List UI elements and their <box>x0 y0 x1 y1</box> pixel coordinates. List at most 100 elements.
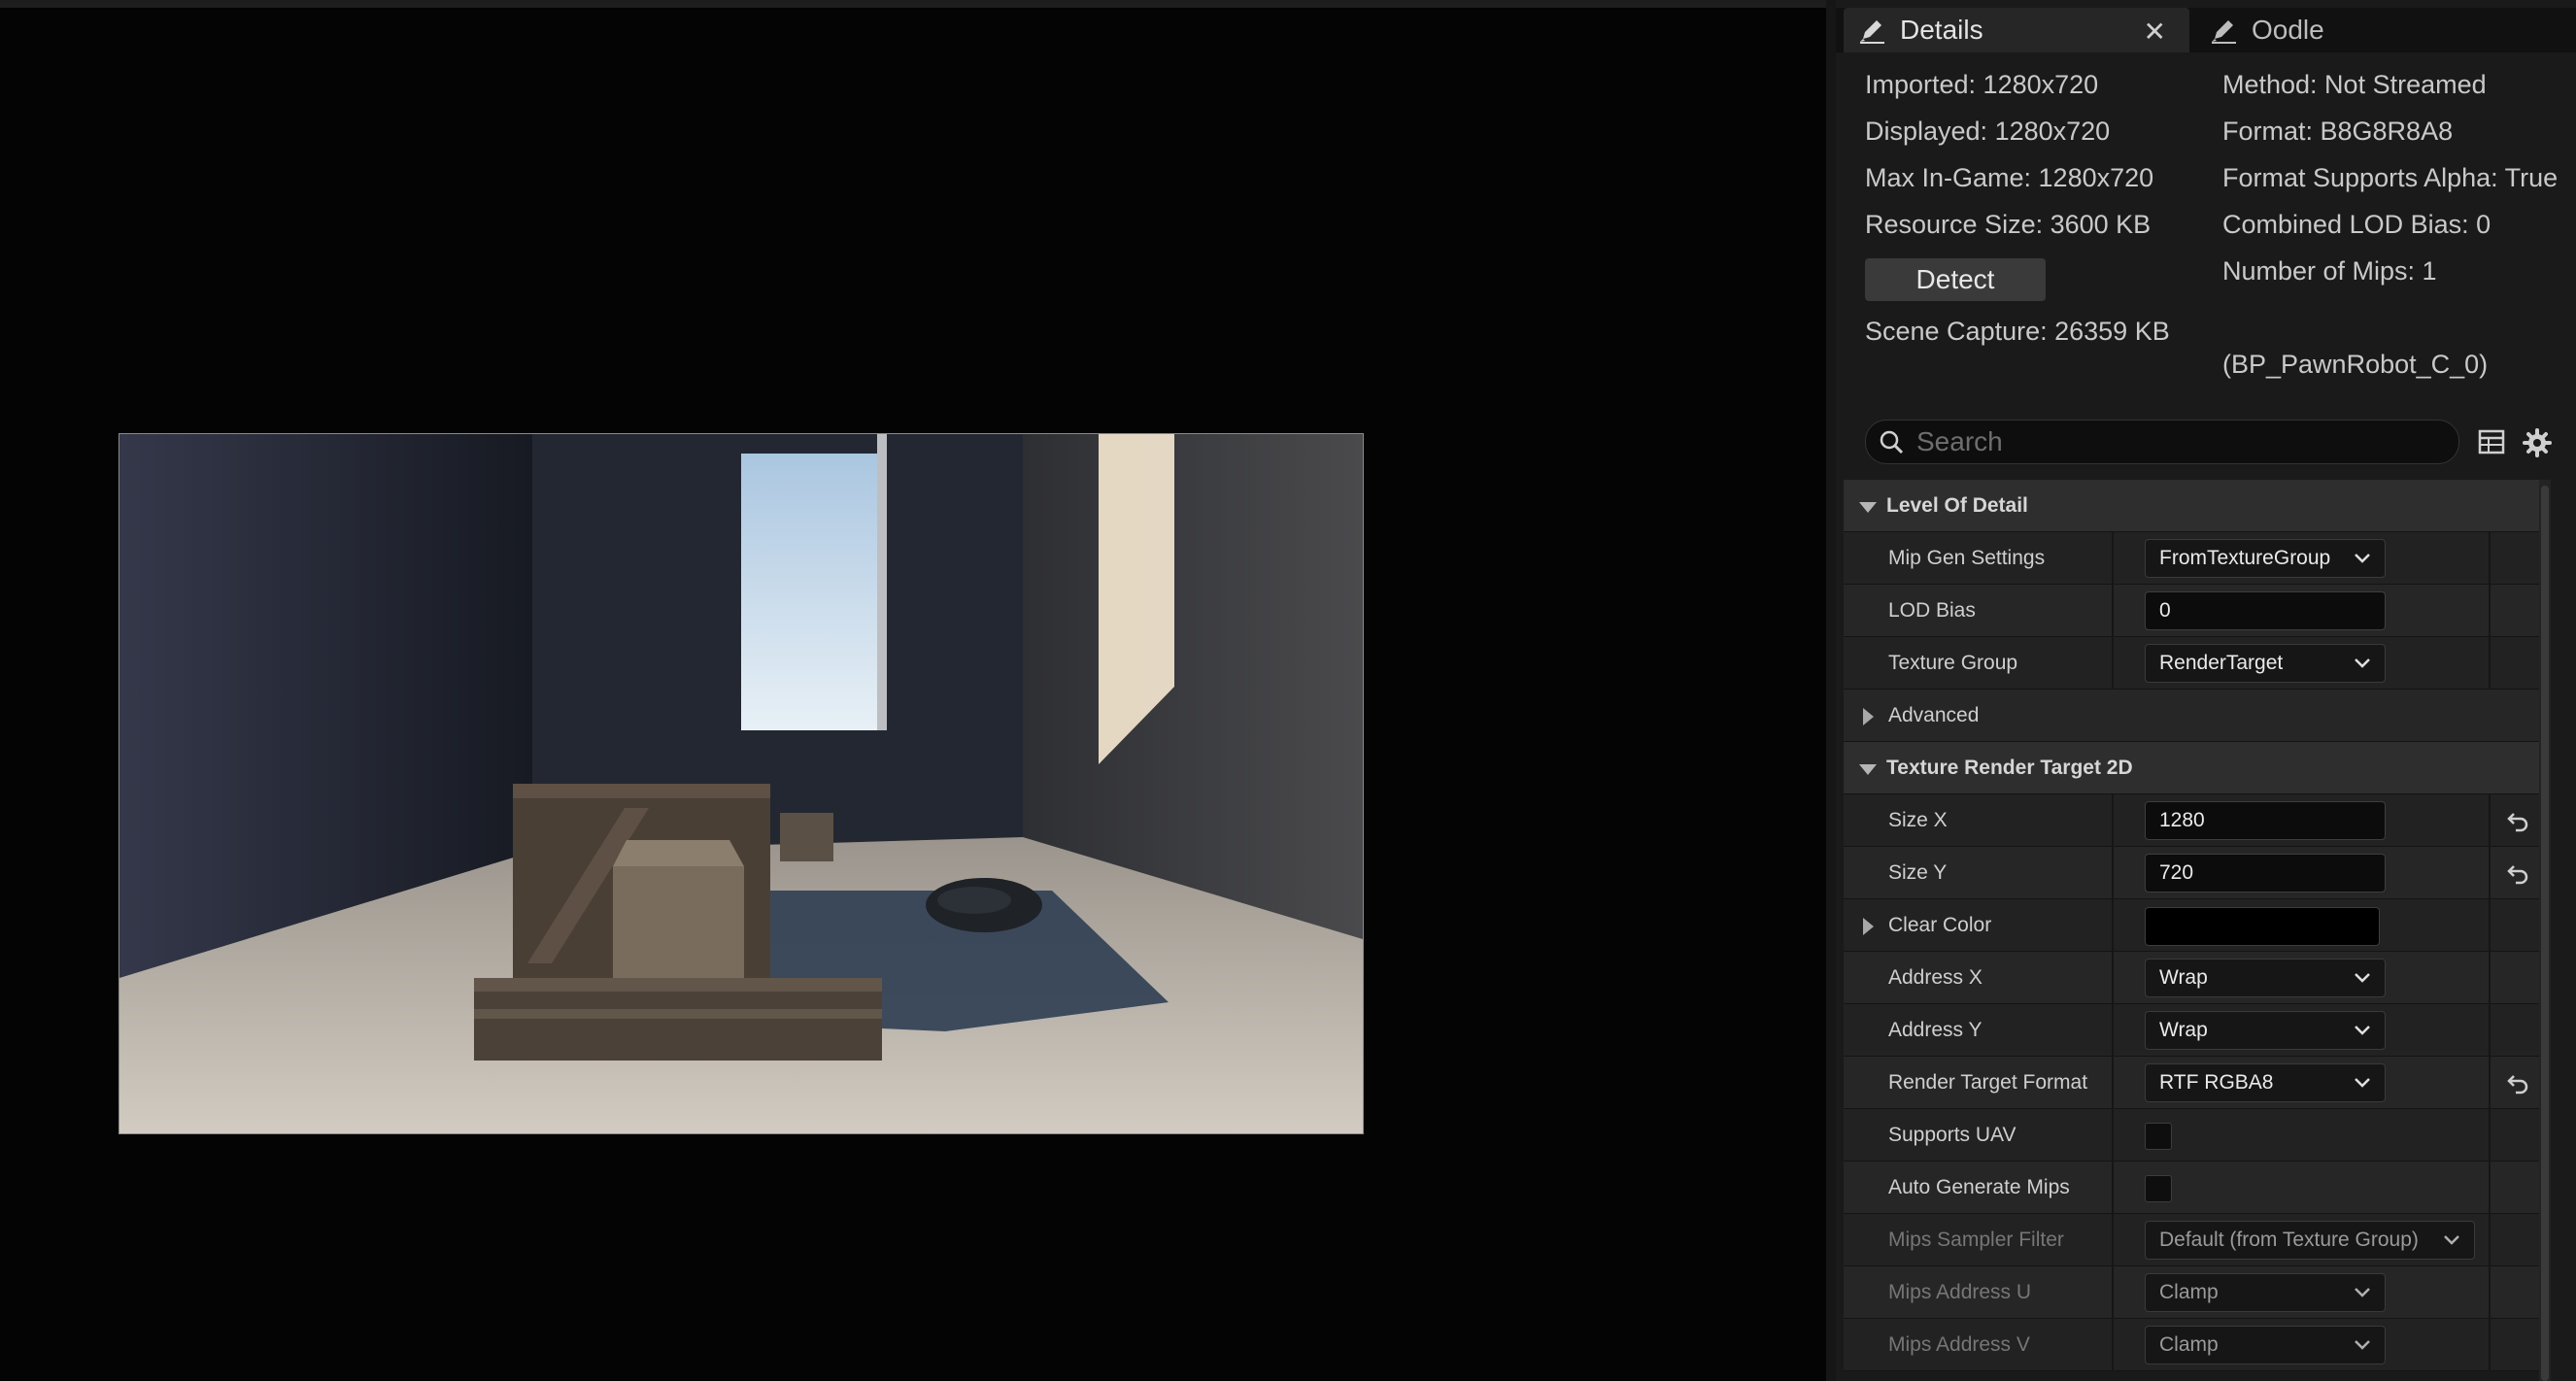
chevron-right-icon <box>1863 708 1874 725</box>
column-divider[interactable] <box>2112 585 2114 637</box>
column-divider <box>2489 1057 2491 1109</box>
tab-label: Oodle <box>2252 15 2324 45</box>
scene-illustration <box>119 434 1363 1133</box>
column-divider[interactable] <box>2112 637 2114 690</box>
format-info: Format: B8G8R8A8 <box>2222 117 2454 146</box>
column-divider <box>2489 585 2491 637</box>
property-label: Size X <box>1888 809 1948 831</box>
column-divider[interactable] <box>2112 1109 2114 1162</box>
address-y-dropdown[interactable]: Wrap <box>2145 1011 2386 1050</box>
property-advanced[interactable]: Advanced <box>1844 690 2545 742</box>
lod-bias-field[interactable]: 0 <box>2145 591 2386 630</box>
detect-button[interactable]: Detect <box>1865 258 2046 301</box>
details-panel: Details ✕ Oodle Imported: 1280x720 Displ… <box>1836 0 2576 1381</box>
chevron-down-icon <box>2355 554 2370 563</box>
render-target-format-dropdown[interactable]: RTF RGBA8 <box>2145 1063 2386 1102</box>
size-x-field[interactable]: 1280 <box>2145 801 2386 840</box>
column-divider[interactable] <box>2112 794 2114 847</box>
dropdown-value: Default (from Texture Group) <box>2159 1229 2419 1251</box>
max-in-game-info: Max In-Game: 1280x720 <box>1865 163 2154 192</box>
column-divider[interactable] <box>2112 1004 2114 1057</box>
address-x-dropdown[interactable]: Wrap <box>2145 959 2386 997</box>
chevron-down-icon <box>2355 1026 2370 1035</box>
category-title: Level Of Detail <box>1886 494 2028 517</box>
chevron-right-icon[interactable] <box>1857 916 1879 937</box>
property-mips-address-v: Mips Address V Clamp <box>1844 1319 2545 1371</box>
search-input[interactable] <box>1916 421 2441 463</box>
dropdown-value: Clamp <box>2159 1281 2219 1303</box>
property-texture-group: Texture Group RenderTarget <box>1844 637 2545 690</box>
texture-group-dropdown[interactable]: RenderTarget <box>2145 644 2386 683</box>
column-divider <box>2489 952 2491 1004</box>
dropdown-value: Wrap <box>2159 966 2208 989</box>
pencil-icon <box>1860 20 1884 44</box>
method-info: Method: Not Streamed <box>2222 70 2487 99</box>
column-divider[interactable] <box>2112 1214 2114 1266</box>
property-clear-color: Clear Color <box>1844 899 2545 952</box>
column-divider[interactable] <box>2112 1266 2114 1319</box>
property-supports-uav: Supports UAV <box>1844 1109 2545 1162</box>
property-size-x: Size X 1280 <box>1844 794 2545 847</box>
combined-lod-bias-info: Combined LOD Bias: 0 <box>2222 210 2491 239</box>
close-icon[interactable]: ✕ <box>2144 16 2166 48</box>
search-box[interactable] <box>1865 420 2459 464</box>
imported-info: Imported: 1280x720 <box>1865 70 2099 99</box>
table-view-icon[interactable] <box>2477 427 2506 456</box>
column-divider <box>2489 1004 2491 1057</box>
clear-color-swatch[interactable] <box>2145 907 2380 946</box>
scrollbar-thumb[interactable] <box>2541 486 2549 1381</box>
category-texture-render-target-2d[interactable]: Texture Render Target 2D <box>1844 742 2545 794</box>
column-divider[interactable] <box>2112 847 2114 899</box>
mips-sampler-filter-dropdown[interactable]: Default (from Texture Group) <box>2145 1221 2475 1260</box>
reset-to-default-icon[interactable] <box>2506 809 2529 832</box>
column-divider[interactable] <box>2112 532 2114 585</box>
mips-address-u-dropdown[interactable]: Clamp <box>2145 1273 2386 1312</box>
column-divider <box>2489 1319 2491 1371</box>
pencil-icon <box>2212 20 2236 44</box>
panel-splitter[interactable] <box>1826 0 1836 1381</box>
format-supports-alpha-info: Format Supports Alpha: True <box>2222 163 2559 192</box>
property-label: Supports UAV <box>1888 1124 2017 1146</box>
column-divider[interactable] <box>2112 952 2114 1004</box>
column-divider[interactable] <box>2112 899 2114 952</box>
property-mips-sampler-filter: Mips Sampler Filter Default (from Textur… <box>1844 1214 2545 1266</box>
chevron-down-icon <box>2355 1288 2370 1297</box>
property-label: Address X <box>1888 966 1983 989</box>
property-label: Size Y <box>1888 861 1948 884</box>
column-divider <box>2489 532 2491 585</box>
column-divider <box>2489 1109 2491 1162</box>
mip-gen-settings-dropdown[interactable]: FromTextureGroup <box>2145 539 2386 578</box>
property-label: Mips Address V <box>1888 1333 2030 1356</box>
dropdown-value: RTF RGBA8 <box>2159 1071 2274 1094</box>
property-label: Mip Gen Settings <box>1888 547 2046 569</box>
supports-uav-checkbox[interactable] <box>2145 1123 2172 1150</box>
dropdown-value: Wrap <box>2159 1019 2208 1041</box>
property-lod-bias: LOD Bias 0 <box>1844 585 2545 637</box>
mips-address-v-dropdown[interactable]: Clamp <box>2145 1326 2386 1364</box>
gear-icon[interactable] <box>2522 427 2553 458</box>
column-divider[interactable] <box>2112 1162 2114 1214</box>
property-address-y: Address Y Wrap <box>1844 1004 2545 1057</box>
size-y-field[interactable]: 720 <box>2145 854 2386 893</box>
property-label: Render Target Format <box>1888 1071 2088 1094</box>
tab-details[interactable]: Details ✕ <box>1844 8 2189 52</box>
column-divider[interactable] <box>2112 1057 2114 1109</box>
column-divider <box>2489 1162 2491 1214</box>
render-target-preview <box>119 433 1364 1134</box>
column-divider <box>2489 899 2491 952</box>
property-auto-generate-mips: Auto Generate Mips <box>1844 1162 2545 1214</box>
tab-strip: Details ✕ Oodle <box>1836 8 2576 52</box>
number-of-mips-info: Number of Mips: 1 <box>2222 256 2437 286</box>
column-divider[interactable] <box>2112 1319 2114 1371</box>
category-level-of-detail[interactable]: Level Of Detail <box>1844 480 2545 532</box>
texture-viewport[interactable] <box>0 8 1826 1381</box>
category-title: Texture Render Target 2D <box>1886 757 2133 779</box>
auto-generate-mips-checkbox[interactable] <box>2145 1175 2172 1202</box>
reset-to-default-icon[interactable] <box>2506 1071 2529 1095</box>
property-address-x: Address X Wrap <box>1844 952 2545 1004</box>
chevron-down-icon <box>1859 502 1877 513</box>
displayed-info: Displayed: 1280x720 <box>1865 117 2111 146</box>
tab-oodle[interactable]: Oodle <box>2195 8 2390 52</box>
property-mips-address-u: Mips Address U Clamp <box>1844 1266 2545 1319</box>
reset-to-default-icon[interactable] <box>2506 861 2529 885</box>
